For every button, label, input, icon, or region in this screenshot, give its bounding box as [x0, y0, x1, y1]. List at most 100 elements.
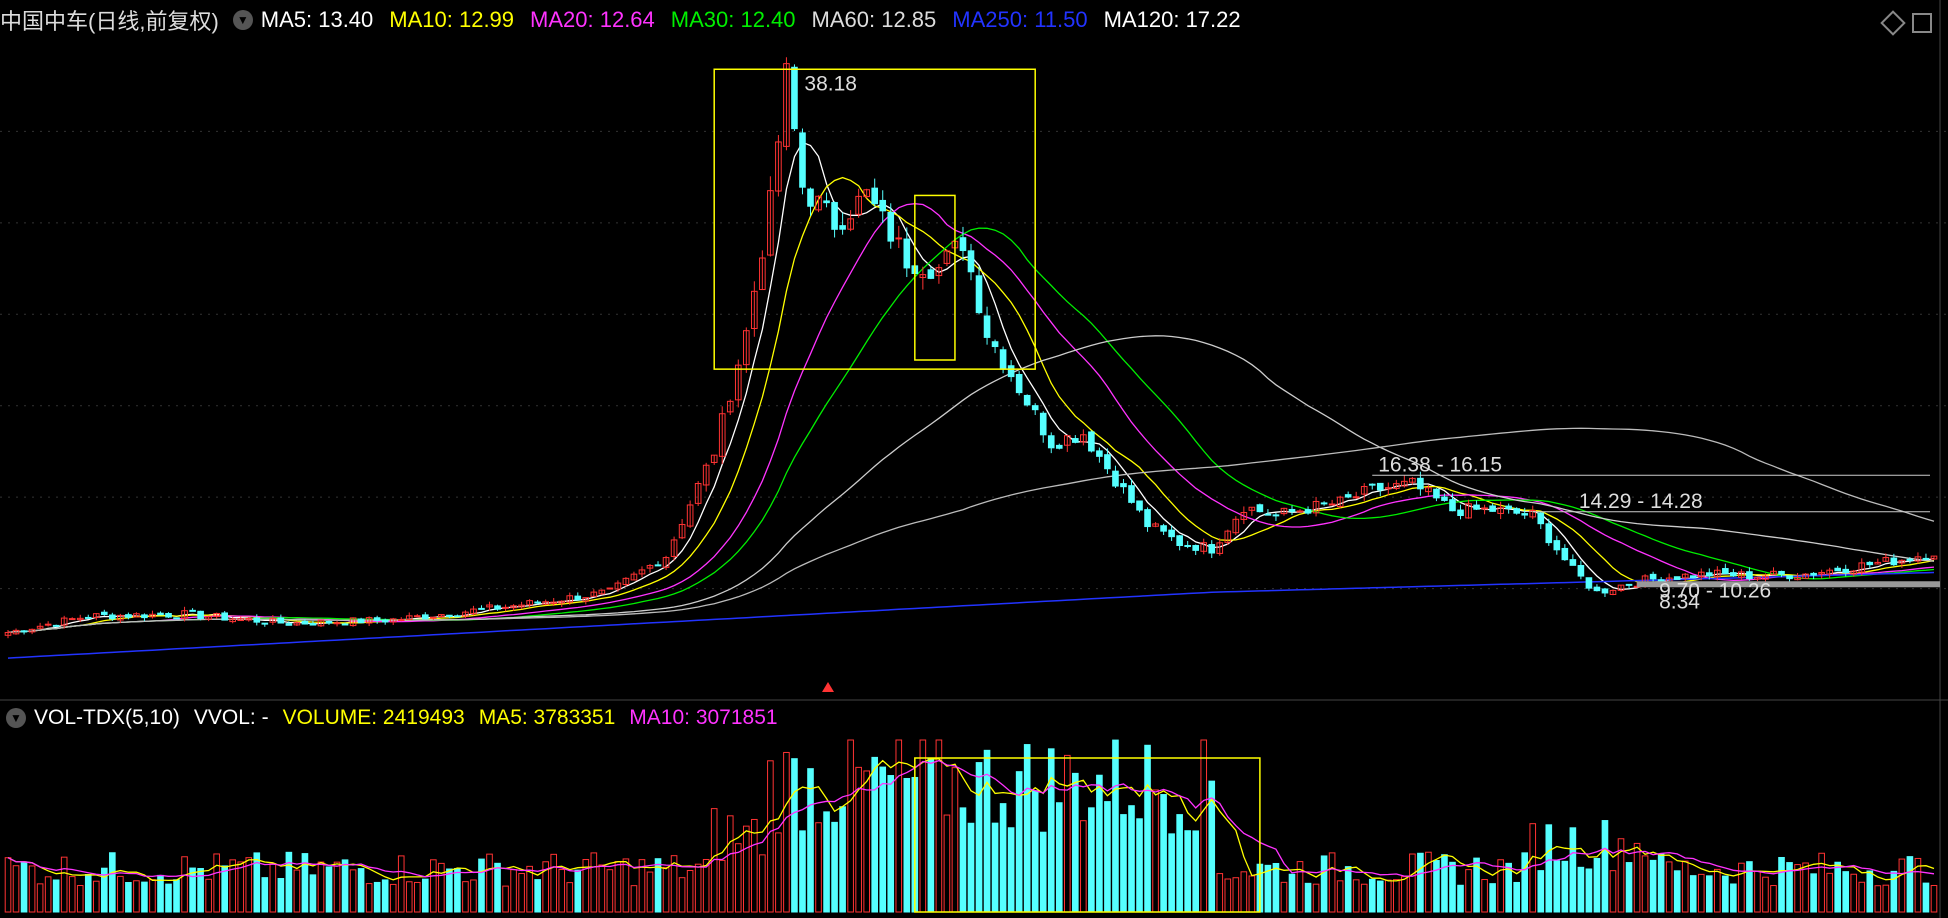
volume-bar — [1714, 868, 1721, 913]
candle-body — [1007, 365, 1015, 378]
candle-body — [261, 622, 269, 625]
volume-bar — [927, 758, 935, 913]
volume-bar — [1649, 859, 1657, 913]
volume-bar — [598, 864, 606, 913]
volume-bar — [1376, 880, 1384, 913]
volume-bar — [887, 775, 895, 913]
volume-bar — [1665, 861, 1673, 913]
candle-body — [1593, 586, 1601, 592]
candle-body — [309, 622, 317, 626]
candle-body — [1015, 374, 1023, 394]
volume-bar — [229, 859, 237, 913]
volume-bar — [630, 885, 638, 913]
candle-body — [1489, 505, 1496, 512]
volume-bar — [1673, 870, 1681, 913]
volume-bar — [84, 874, 92, 913]
volume-bar — [1320, 855, 1328, 913]
volume-bar — [1689, 875, 1697, 913]
candle-body — [109, 614, 116, 620]
candle-body — [1481, 507, 1488, 510]
candle-body — [1505, 505, 1512, 509]
volume-bar — [1272, 862, 1280, 913]
volume-bar — [1039, 831, 1047, 913]
candle-body — [454, 615, 461, 618]
volume-bar — [68, 876, 76, 913]
volume-bar — [734, 843, 742, 913]
candle-body — [197, 610, 204, 620]
volume-bar — [157, 874, 164, 913]
volume-bar — [454, 867, 461, 913]
volume-bar — [1457, 884, 1464, 913]
volume-bar — [975, 762, 983, 913]
candle-body — [1256, 504, 1264, 513]
volume-bar — [357, 868, 365, 913]
candle-body — [1136, 500, 1143, 511]
candle-body — [1449, 499, 1456, 512]
candle-body — [791, 66, 798, 130]
candle-body — [1039, 412, 1047, 436]
signal-arrow-icon — [822, 682, 834, 692]
volume-bar — [1810, 873, 1817, 913]
candle-body — [413, 615, 421, 618]
candle-body — [1184, 544, 1191, 547]
volume-bar — [1055, 802, 1063, 913]
volume-bar — [759, 854, 766, 913]
volume-bar — [1898, 858, 1906, 913]
volume-bar — [919, 739, 927, 913]
volume-bar — [1128, 805, 1135, 913]
candle-body — [1296, 510, 1304, 513]
volume-bar — [1866, 870, 1874, 913]
volume-bar — [1312, 883, 1320, 913]
volume-bar — [253, 852, 261, 913]
candle-body — [1537, 512, 1545, 525]
candle-body — [1264, 513, 1272, 516]
volume-bar — [44, 876, 52, 913]
candle-body — [421, 614, 429, 620]
candle-body — [1553, 540, 1561, 551]
candle-body — [807, 188, 814, 207]
candle-body — [189, 609, 196, 612]
volume-bar — [1545, 824, 1553, 913]
candle-body — [125, 614, 132, 618]
volume-bar — [1529, 823, 1537, 913]
candle-body — [1376, 482, 1384, 491]
volume-bar — [534, 879, 541, 913]
volume-bar — [1577, 866, 1585, 913]
volume-bar — [1168, 833, 1175, 913]
candle-body — [253, 617, 261, 623]
volume-bar — [1368, 878, 1376, 913]
volume-bar — [558, 869, 566, 913]
candle-body — [1922, 557, 1930, 560]
volume-bar — [173, 879, 180, 913]
volume-bar — [1705, 875, 1713, 913]
candle-body — [1746, 571, 1753, 580]
volume-bar — [197, 868, 204, 913]
volume-bar — [1441, 854, 1448, 913]
volume-bar — [470, 879, 477, 913]
volume-bar — [799, 830, 806, 913]
volume-bar — [1553, 860, 1561, 913]
candle-body — [173, 617, 180, 620]
candle-body — [1192, 545, 1200, 551]
candle-body — [1112, 470, 1119, 487]
candle-body — [1160, 525, 1167, 532]
candle-body — [1457, 509, 1464, 516]
volume-bar — [815, 822, 822, 913]
volume-bar — [1096, 774, 1103, 913]
volume-bar — [662, 866, 670, 913]
volume-bar — [52, 879, 60, 913]
volume-bar — [694, 863, 702, 913]
volume-bar — [1802, 862, 1809, 913]
volume-bar — [1112, 739, 1119, 913]
volume-bar — [999, 803, 1007, 913]
candle-body — [1561, 547, 1569, 561]
price-annotation: 8.34 — [1659, 591, 1700, 614]
candle-body — [927, 269, 935, 279]
volume-bar — [221, 865, 228, 913]
candle-body — [221, 612, 228, 621]
candle-body — [285, 623, 293, 626]
candle-body — [1705, 572, 1713, 577]
volume-bar — [438, 862, 445, 913]
candle-body — [983, 315, 991, 338]
volume-bar — [1537, 870, 1545, 913]
